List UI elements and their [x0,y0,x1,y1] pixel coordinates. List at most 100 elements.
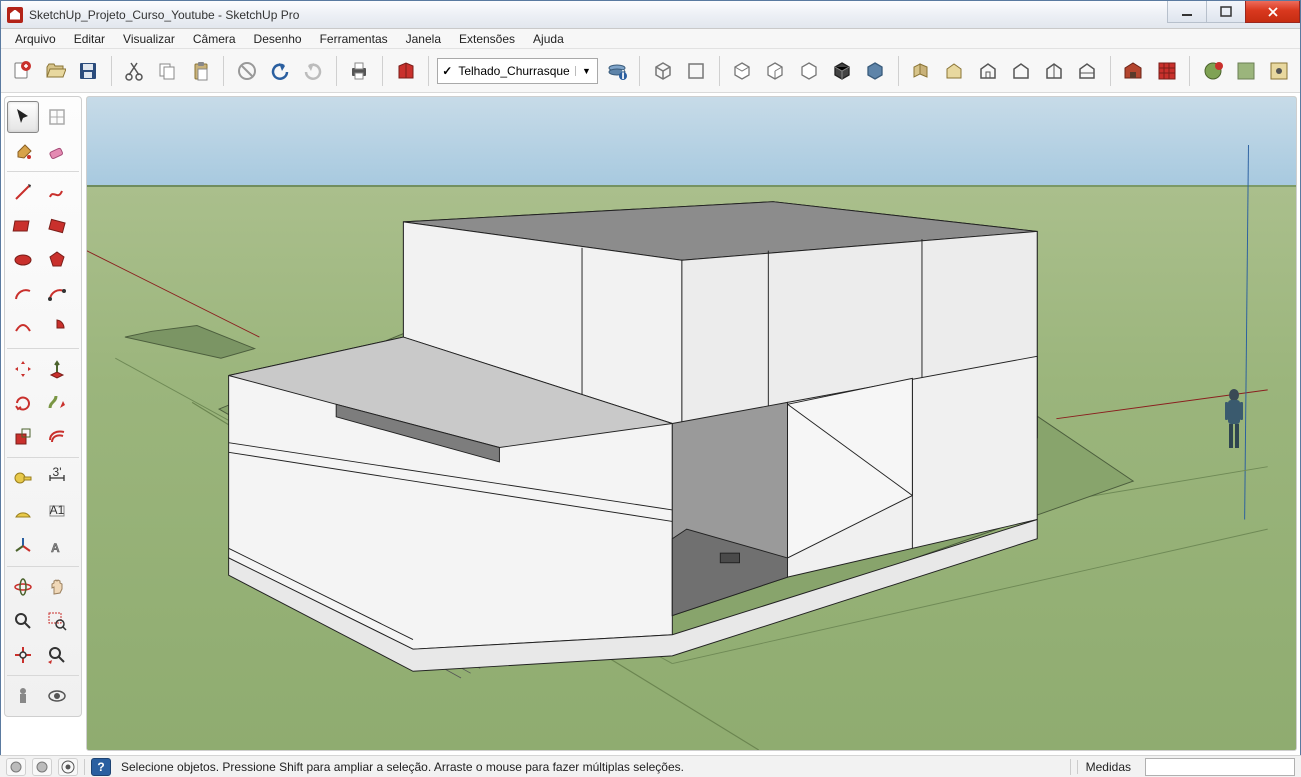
print-button[interactable] [345,56,374,86]
model-info-button[interactable] [391,56,420,86]
measurements-input[interactable] [1145,758,1295,776]
right-view-button[interactable] [761,56,790,86]
erase-button[interactable] [232,56,261,86]
iso-view-button[interactable] [648,56,677,86]
texture1-button[interactable] [1152,56,1181,86]
help-button[interactable]: ? [91,758,111,776]
menubar: Arquivo Editar Visualizar Câmera Desenho… [1,29,1300,49]
left-view-button[interactable] [827,56,856,86]
copy-button[interactable] [153,56,182,86]
layer-combo[interactable]: ✓ Telhado_Churrasque ▼ [437,58,598,84]
eraser-tool[interactable] [41,135,73,167]
arc-tool[interactable] [7,278,39,310]
layer-manager-button[interactable]: i [602,56,631,86]
tape-tool[interactable] [7,462,39,494]
line-tool[interactable] [7,176,39,208]
3d-viewport[interactable] [86,96,1297,751]
front-view-button[interactable] [728,56,757,86]
house1-icon[interactable] [940,56,969,86]
menu-extensoes[interactable]: Extensões [451,30,523,48]
workspace: 3' A1 A [0,92,1301,755]
titlebar: SketchUp_Projeto_Curso_Youtube - SketchU… [1,1,1300,29]
terrain-button[interactable] [1232,56,1261,86]
menu-desenho[interactable]: Desenho [246,30,310,48]
menu-visualizar[interactable]: Visualizar [115,30,183,48]
app-icon [7,7,23,23]
menu-camera[interactable]: Câmera [185,30,244,48]
zoom-tool[interactable] [7,605,39,637]
house5-icon[interactable] [1073,56,1102,86]
back-view-button[interactable] [794,56,823,86]
warehouse-button[interactable] [1119,56,1148,86]
bottom-view-button[interactable] [860,56,889,86]
text-tool[interactable]: A1 [41,496,73,528]
svg-text:A1: A1 [50,503,65,517]
previous-view-tool[interactable] [41,639,73,671]
move-tool[interactable] [7,353,39,385]
house2-icon[interactable] [973,56,1002,86]
zoom-extents-tool[interactable] [7,639,39,671]
photo-texture-button[interactable] [1265,56,1294,86]
paint-bucket-tool[interactable] [7,135,39,167]
top-toolbar: ✓ Telhado_Churrasque ▼ i [1,49,1300,93]
pan-tool[interactable] [41,571,73,603]
model-canvas [87,97,1296,750]
rotate-tool[interactable] [7,387,39,419]
polygon-tool[interactable] [41,244,73,276]
rotated-rect-tool[interactable] [41,210,73,242]
save-button[interactable] [73,56,102,86]
new-file-button[interactable] [7,56,36,86]
offset-tool[interactable] [41,421,73,453]
top-view-button[interactable] [681,56,710,86]
2pt-arc-tool[interactable] [41,278,73,310]
geolocation-button[interactable] [6,758,26,776]
menu-ferramentas[interactable]: Ferramentas [312,30,396,48]
svg-text:i: i [621,68,624,82]
position-camera-tool[interactable] [7,680,39,712]
house4-icon[interactable] [1039,56,1068,86]
zoom-window-tool[interactable] [41,605,73,637]
cut-button[interactable] [120,56,149,86]
open-file-button[interactable] [40,56,69,86]
menu-editar[interactable]: Editar [66,30,113,48]
paste-button[interactable] [186,56,215,86]
tool-palette: 3' A1 A [4,96,82,717]
3dtext-tool[interactable]: A [41,530,73,562]
menu-janela[interactable]: Janela [398,30,449,48]
freehand-tool[interactable] [41,176,73,208]
followme-tool[interactable] [41,387,73,419]
pushpull-tool[interactable] [41,353,73,385]
look-around-tool[interactable] [41,680,73,712]
undo-button[interactable] [265,56,294,86]
component-button[interactable] [907,56,936,86]
credits-button[interactable] [32,758,52,776]
statusbar: ? Selecione objetos. Pressione Shift par… [0,755,1301,777]
redo-button[interactable] [299,56,328,86]
add-location-button[interactable] [1198,56,1227,86]
maximize-button[interactable] [1206,1,1246,23]
scale-tool[interactable] [7,421,39,453]
menu-arquivo[interactable]: Arquivo [7,30,64,48]
chevron-down-icon: ▼ [575,66,593,76]
make-component-tool[interactable] [41,101,73,133]
select-tool[interactable] [7,101,39,133]
house3-icon[interactable] [1006,56,1035,86]
close-button[interactable] [1245,1,1300,23]
circle-tool[interactable] [7,244,39,276]
menu-ajuda[interactable]: Ajuda [525,30,572,48]
scale-figure [1220,387,1248,457]
layer-combo-value: Telhado_Churrasque [458,64,569,78]
axes-tool[interactable] [7,530,39,562]
3pt-arc-tool[interactable] [7,312,39,344]
status-hint: Selecione objetos. Pressione Shift para … [121,760,1064,774]
minimize-button[interactable] [1167,1,1207,23]
rectangle-tool[interactable] [7,210,39,242]
orbit-tool[interactable] [7,571,39,603]
dimension-tool[interactable]: 3' [41,462,73,494]
window-controls [1168,1,1300,28]
measurements-label: Medidas [1077,760,1139,774]
layer-check-icon: ✓ [442,64,452,78]
claim-button[interactable] [58,758,78,776]
protractor-tool[interactable] [7,496,39,528]
pie-tool[interactable] [41,312,73,344]
